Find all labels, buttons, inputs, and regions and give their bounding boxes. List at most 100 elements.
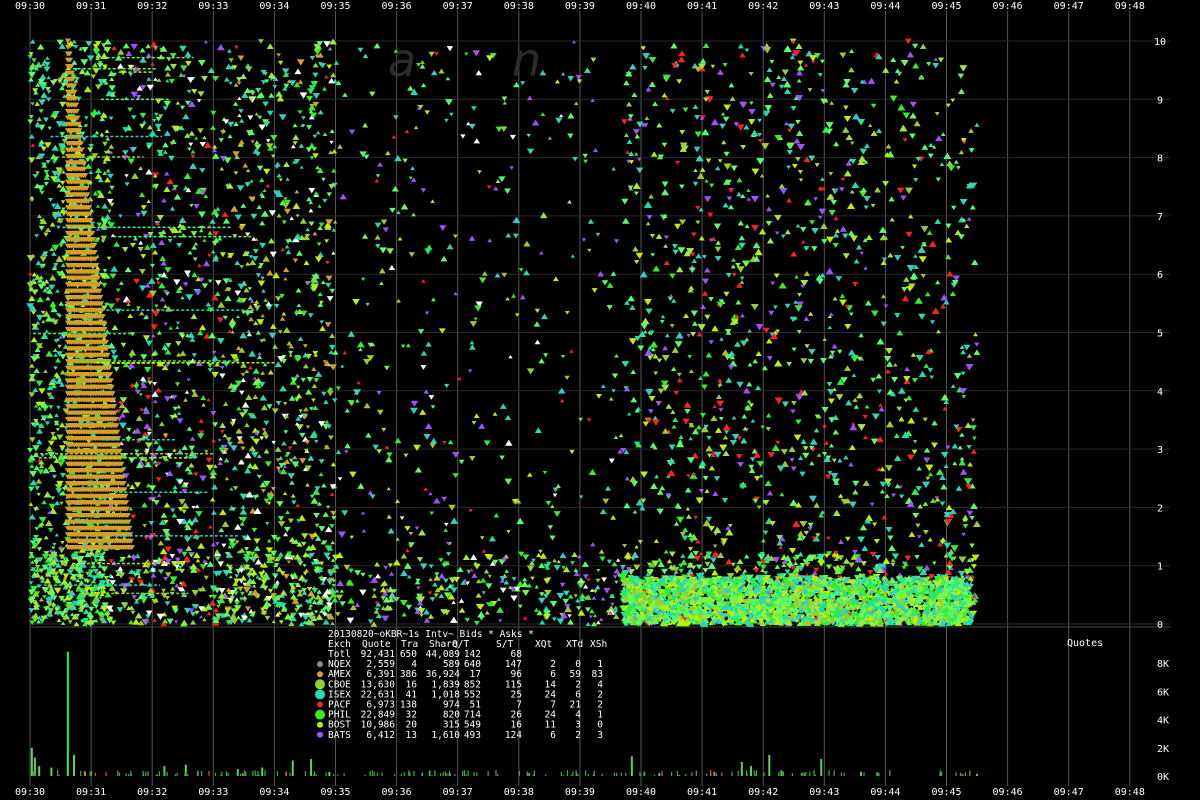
quote-marker <box>508 355 512 358</box>
quote-marker <box>474 413 480 418</box>
quote-marker <box>33 368 40 373</box>
quote-marker <box>245 369 250 373</box>
quote-marker <box>164 323 168 326</box>
quote-marker <box>240 575 247 580</box>
quote-marker <box>110 350 117 355</box>
quote-marker <box>240 508 248 514</box>
quote-marker <box>153 399 158 403</box>
quote-marker <box>321 392 327 396</box>
quote-marker <box>274 537 281 542</box>
quote-marker <box>173 279 180 285</box>
quote-marker <box>188 463 194 468</box>
quote-marker <box>130 611 135 615</box>
quote-marker <box>278 516 284 521</box>
quote-marker <box>97 63 104 68</box>
quote-marker <box>470 341 475 345</box>
quote-marker <box>158 54 164 59</box>
quote-marker <box>181 445 188 450</box>
quote-marker <box>294 356 301 362</box>
quote-marker <box>443 579 449 583</box>
quote-marker <box>347 598 354 604</box>
quote-marker <box>338 531 346 537</box>
quote-marker <box>113 367 119 372</box>
quote-marker <box>466 122 470 126</box>
quote-marker <box>245 394 252 400</box>
quote-marker <box>241 311 245 315</box>
quote-marker <box>95 84 102 90</box>
quote-marker <box>527 472 533 476</box>
quote-marker <box>127 158 135 164</box>
quote-marker <box>614 581 618 584</box>
quote-marker <box>31 311 36 315</box>
quote-marker <box>438 69 444 74</box>
quote-marker <box>543 353 548 357</box>
quote-marker <box>60 354 67 360</box>
quote-marker <box>237 97 241 100</box>
quote-marker <box>58 315 62 318</box>
quote-marker <box>611 271 617 276</box>
quote-marker <box>214 549 220 554</box>
quote-marker <box>102 142 108 147</box>
quote-marker <box>348 331 356 337</box>
quote-marker <box>95 167 102 173</box>
quote-marker <box>56 428 60 431</box>
quote-marker <box>272 344 278 349</box>
quote-marker <box>175 382 180 386</box>
quote-marker <box>153 619 157 622</box>
quote-marker <box>180 65 187 71</box>
quote-marker <box>138 247 144 252</box>
quote-marker <box>262 189 266 192</box>
quote-marker <box>244 453 251 459</box>
quote-marker <box>498 619 502 622</box>
quote-marker <box>128 620 134 625</box>
quote-marker <box>55 358 61 363</box>
quote-marker <box>144 367 151 373</box>
quote-marker <box>306 147 312 152</box>
quote-marker <box>164 502 171 507</box>
quote-marker <box>190 314 197 320</box>
quote-marker <box>400 570 408 576</box>
quote-marker <box>239 226 245 231</box>
quote-marker <box>400 516 405 520</box>
quote-marker <box>266 270 273 276</box>
quote-marker <box>299 458 306 464</box>
quote-marker <box>596 394 602 399</box>
quote-marker <box>327 296 334 301</box>
quote-marker <box>319 223 325 228</box>
quote-marker <box>263 169 270 175</box>
quote-marker <box>34 234 39 238</box>
quote-marker <box>556 593 564 599</box>
quote-marker <box>168 239 173 243</box>
quote-marker <box>567 200 572 204</box>
quote-marker <box>156 477 162 482</box>
quote-marker <box>381 219 388 224</box>
quote-marker <box>474 317 478 320</box>
quote-marker <box>374 562 380 567</box>
quote-marker <box>506 530 510 534</box>
quote-marker <box>125 267 132 272</box>
quote-marker <box>248 317 254 322</box>
quote-marker <box>556 484 561 488</box>
quote-marker <box>230 445 238 451</box>
quote-marker <box>471 106 477 111</box>
quote-marker <box>116 288 121 292</box>
quote-marker <box>439 225 446 231</box>
quote-marker <box>87 55 95 61</box>
quote-marker <box>271 487 276 491</box>
quote-marker <box>234 291 241 296</box>
quote-marker <box>202 136 207 140</box>
quote-marker <box>236 406 241 410</box>
quote-marker <box>262 430 268 435</box>
quote-marker <box>31 58 36 62</box>
quote-marker <box>500 404 507 409</box>
quote-marker <box>103 269 108 273</box>
quote-marker <box>430 438 437 444</box>
quote-marker <box>304 260 310 265</box>
quote-marker <box>298 336 304 340</box>
quote-marker <box>130 92 138 98</box>
quote-marker <box>471 573 477 578</box>
quote-marker <box>139 393 143 396</box>
quote-marker <box>485 611 490 615</box>
quote-marker <box>329 524 335 528</box>
quote-marker <box>504 188 511 193</box>
